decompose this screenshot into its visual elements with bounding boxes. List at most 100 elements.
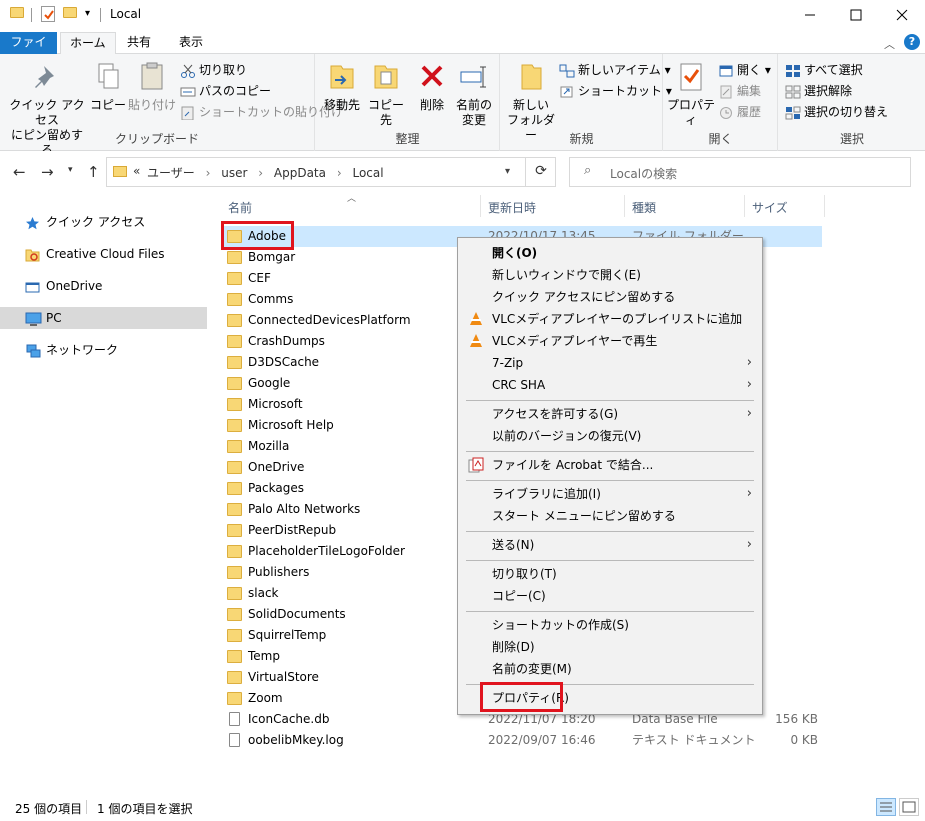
menu-vlc-play[interactable]: VLCメディアプレイヤーで再生 (458, 330, 762, 352)
tab-share[interactable]: 共有 (118, 32, 160, 54)
file-name: Packages (248, 481, 304, 495)
menu-send-to[interactable]: 送る(N) › (458, 534, 762, 556)
folder-icon (227, 377, 242, 390)
breadcrumb-local[interactable]: Local (352, 166, 383, 180)
nav-quick-access[interactable]: クイック アクセス (0, 211, 207, 233)
copy-button[interactable]: コピー (88, 60, 128, 113)
copy-to-button[interactable]: コピー先 (364, 60, 408, 128)
easy-access-button[interactable]: ショートカット ▾ (559, 81, 672, 101)
menu-open-new-window[interactable]: 新しいウィンドウで開く(E) (458, 264, 762, 286)
properties-quick-icon[interactable] (41, 6, 55, 22)
close-icon[interactable] (879, 0, 925, 30)
address-dropdown-icon[interactable]: ▾ (505, 166, 510, 177)
star-icon (25, 215, 40, 230)
breadcrumb-appdata[interactable]: AppData (274, 166, 326, 180)
column-header-name[interactable]: 名前 (228, 199, 252, 216)
menu-restore-versions[interactable]: 以前のバージョンの復元(V) (458, 425, 762, 447)
nav-network[interactable]: ネットワーク (0, 339, 207, 361)
help-icon[interactable]: ? (904, 34, 920, 50)
edit-button[interactable]: 編集 (718, 81, 761, 101)
breadcrumb-separator: › (336, 166, 342, 180)
clipboard-group: クイック アクセス にピン留めする コピー 貼り付け 切り取り パスのコピー シ… (0, 54, 343, 157)
file-name: SquirrelTemp (248, 628, 327, 642)
nav-creative-cloud[interactable]: Creative Cloud Files (0, 243, 207, 265)
select-all-button[interactable]: すべて選択 (785, 60, 863, 80)
title-divider (31, 8, 32, 22)
nav-onedrive[interactable]: OneDrive (0, 275, 207, 297)
invert-selection-label: 選択の切り替え (804, 105, 889, 119)
collapse-ribbon-icon[interactable]: ︿ (884, 36, 895, 52)
menu-rename[interactable]: 名前の変更(M) (458, 658, 762, 680)
file-name: Mozilla (248, 439, 290, 453)
file-date: 2022/09/07 16:46 (488, 733, 596, 747)
nav-onedrive-label: OneDrive (46, 279, 103, 293)
customize-quick-access-icon[interactable]: ▾ (85, 8, 90, 19)
status-divider (86, 800, 87, 814)
menu-delete[interactable]: 削除(D) (458, 636, 762, 658)
open-button[interactable]: 開く ▾ (718, 60, 771, 80)
open-icon (718, 64, 734, 78)
up-arrow-icon[interactable]: ↑ (87, 163, 100, 181)
column-separator[interactable] (824, 195, 825, 217)
menu-acrobat-combine[interactable]: ファイルを Acrobat で結合... (458, 454, 762, 476)
menu-vlc-playlist[interactable]: VLCメディアプレイヤーのプレイリストに追加 (458, 308, 762, 330)
search-input[interactable]: ⌕ Localの検索 (569, 157, 911, 187)
column-separator[interactable] (480, 195, 481, 217)
new-item-button[interactable]: 新しいアイテム ▾ (559, 60, 671, 80)
details-view-icon[interactable] (876, 798, 896, 816)
folder-icon (227, 356, 242, 369)
menu-create-shortcut[interactable]: ショートカットの作成(S) (458, 614, 762, 636)
onedrive-icon (25, 279, 40, 293)
cut-button[interactable]: 切り取り (180, 60, 247, 80)
column-header-type[interactable]: 種類 (632, 199, 656, 216)
menu-pin-quick-access[interactable]: クイック アクセスにピン留めする (458, 286, 762, 308)
nav-creative-cloud-label: Creative Cloud Files (46, 247, 165, 261)
properties-button[interactable]: プロパティ (666, 60, 716, 128)
file-name: PeerDistRepub (248, 523, 337, 537)
delete-x-icon (415, 60, 449, 94)
history-button[interactable]: 履歴 (718, 102, 761, 122)
menu-crc-sha[interactable]: CRC SHA › (458, 374, 762, 396)
file-name: CEF (248, 271, 271, 285)
large-icons-view-icon[interactable] (899, 798, 919, 816)
back-arrow-icon[interactable]: ← (13, 163, 26, 181)
submenu-arrow-icon: › (746, 486, 752, 501)
minimize-icon[interactable] (787, 0, 833, 30)
column-separator[interactable] (744, 195, 745, 217)
copy-path-button[interactable]: パスのコピー (180, 81, 271, 101)
rename-button[interactable]: 名前の 変更 (452, 60, 496, 128)
menu-give-access[interactable]: アクセスを許可する(G) › (458, 403, 762, 425)
submenu-arrow-icon: › (746, 406, 752, 421)
tab-home[interactable]: ホーム (60, 32, 116, 55)
select-none-button[interactable]: 選択解除 (785, 81, 852, 101)
invert-selection-button[interactable]: 選択の切り替え (785, 102, 888, 122)
menu-include-library[interactable]: ライブラリに追加(I) › (458, 483, 762, 505)
column-header-size[interactable]: サイズ (752, 199, 788, 216)
address-bar[interactable]: « ユーザー › user › AppData › Local ▾ (106, 157, 556, 187)
breadcrumb-user[interactable]: user (221, 166, 247, 180)
delete-button[interactable]: 削除 (412, 60, 452, 113)
move-to-button[interactable]: 移動先 (320, 60, 364, 113)
submenu-arrow-icon: › (746, 377, 752, 392)
tab-view[interactable]: 表示 (170, 32, 212, 54)
recent-locations-chevron-icon[interactable]: ▾ (68, 165, 73, 175)
file-row[interactable]: oobelibMkey.log 2022/09/07 16:46 テキスト ドキュメ… (222, 730, 822, 751)
menu-7zip[interactable]: 7-Zip › (458, 352, 762, 374)
column-separator[interactable] (624, 195, 625, 217)
tab-file[interactable]: ファイル (0, 32, 57, 69)
menu-pin-start[interactable]: スタート メニューにピン留めする (458, 505, 762, 527)
forward-arrow-icon[interactable]: → (41, 163, 54, 181)
nav-pc[interactable]: PC (0, 307, 207, 329)
paste-button[interactable]: 貼り付け (128, 60, 176, 113)
column-header-date[interactable]: 更新日時 (488, 199, 536, 216)
address-overflow[interactable]: « (133, 164, 140, 178)
menu-cut[interactable]: 切り取り(T) (458, 563, 762, 585)
menu-copy[interactable]: コピー(C) (458, 585, 762, 607)
breadcrumb-users[interactable]: ユーザー (147, 166, 195, 180)
file-name: oobelibMkey.log (248, 733, 344, 747)
refresh-icon[interactable]: ⟳ (525, 157, 556, 187)
status-bar: 25 個の項目 1 個の項目を選択 (0, 793, 925, 821)
maximize-icon[interactable] (833, 0, 879, 30)
context-menu: 開く(O) 新しいウィンドウで開く(E) クイック アクセスにピン留めする VL… (457, 237, 763, 715)
menu-open[interactable]: 開く(O) (458, 242, 762, 264)
